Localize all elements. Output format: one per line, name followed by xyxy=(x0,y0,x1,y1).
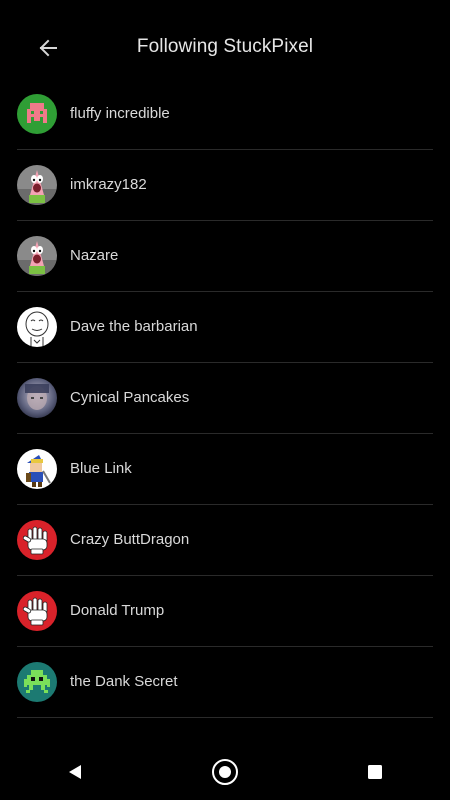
list-item[interactable]: Cynical Pancakes xyxy=(0,363,450,434)
forever-alone-meme-icon xyxy=(17,307,57,347)
list-item[interactable]: Blue Link xyxy=(0,434,450,505)
list-item[interactable]: the Dank Secret xyxy=(0,647,450,718)
avatar[interactable] xyxy=(17,662,57,702)
avatar[interactable] xyxy=(17,94,57,134)
avatar[interactable] xyxy=(17,165,57,205)
list-item[interactable]: Dave the barbarian xyxy=(0,292,450,363)
patrick-star-icon xyxy=(17,236,57,276)
home-circle-icon xyxy=(212,759,238,785)
back-triangle-icon xyxy=(69,765,81,779)
space-invader-icon xyxy=(17,94,57,134)
avatar[interactable] xyxy=(17,307,57,347)
nav-back-button[interactable] xyxy=(47,744,103,800)
list-item[interactable]: Nazare xyxy=(0,221,450,292)
white-glove-icon xyxy=(17,591,57,631)
user-name: the Dank Secret xyxy=(70,673,178,690)
user-name: Nazare xyxy=(70,247,119,264)
nav-recents-button[interactable] xyxy=(347,744,403,800)
patrick-star-icon xyxy=(17,165,57,205)
nav-home-button[interactable] xyxy=(197,744,253,800)
avatar[interactable] xyxy=(17,378,57,418)
user-name: Cynical Pancakes xyxy=(70,389,190,406)
space-invader-icon xyxy=(17,662,57,702)
link-character-icon xyxy=(17,449,57,489)
avatar[interactable] xyxy=(17,236,57,276)
white-glove-icon xyxy=(17,520,57,560)
avatar[interactable] xyxy=(17,591,57,631)
avatar[interactable] xyxy=(17,520,57,560)
list-item[interactable]: imkrazy182 xyxy=(0,150,450,221)
user-name: fluffy incredible xyxy=(70,105,170,122)
avatar[interactable] xyxy=(17,449,57,489)
user-name: Donald Trump xyxy=(70,602,165,619)
user-name: Crazy ButtDragon xyxy=(70,531,190,548)
page-title: Following StuckPixel xyxy=(136,36,314,57)
system-nav-bar xyxy=(0,744,450,800)
recents-square-icon xyxy=(368,765,382,779)
list-item[interactable]: Crazy ButtDragon xyxy=(0,505,450,576)
following-list: fluffy incredible imkrazy182 Nazare Dave… xyxy=(0,79,450,718)
list-item[interactable]: fluffy incredible xyxy=(0,79,450,150)
photo-face-icon xyxy=(17,378,57,418)
list-item[interactable]: Donald Trump xyxy=(0,576,450,647)
user-name: Blue Link xyxy=(70,460,132,477)
user-name: Dave the barbarian xyxy=(70,318,198,335)
user-name: imkrazy182 xyxy=(70,176,147,193)
